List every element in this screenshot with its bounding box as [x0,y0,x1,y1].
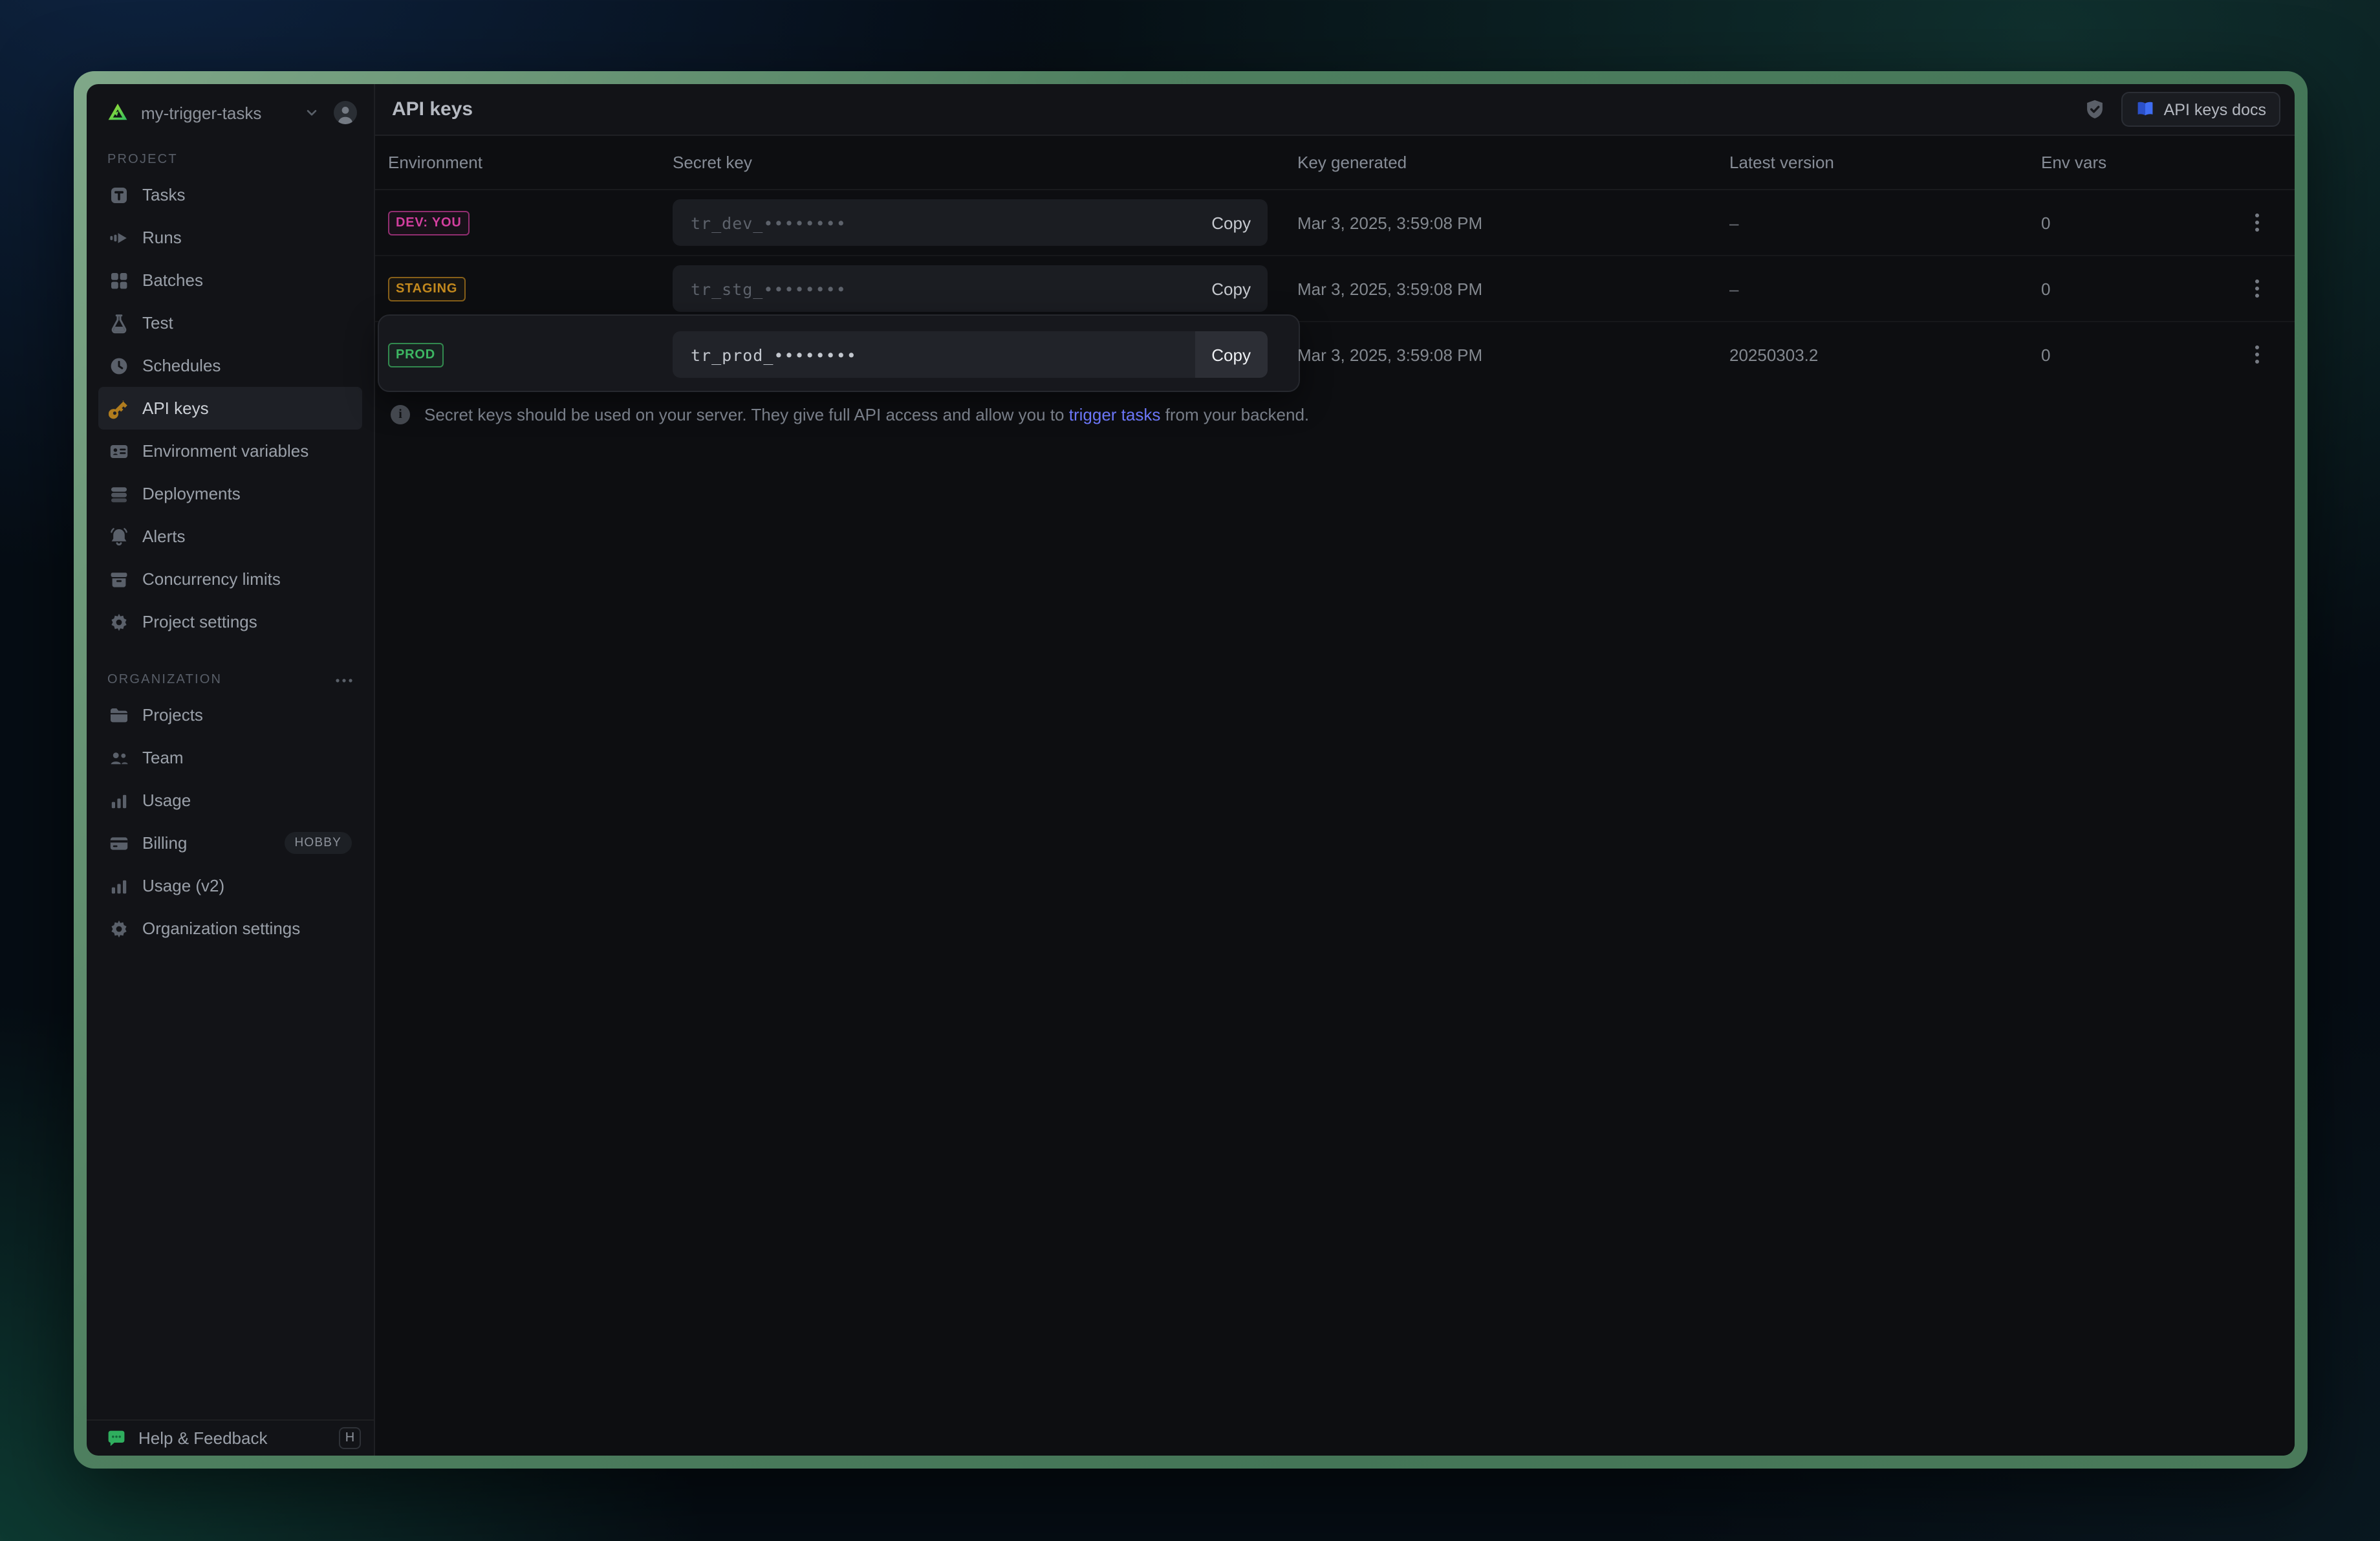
page-header: API keys API keys docs [375,84,2295,136]
help-feedback-button[interactable]: Help & Feedback H [87,1419,374,1456]
desktop-background: my-trigger-tasks [0,0,2380,1541]
copy-button[interactable]: Copy [1195,331,1268,378]
batches-icon [109,270,129,290]
latest-version-cell: – [1729,279,2041,298]
latest-version-cell: – [1729,213,2041,232]
sidebar-item-organization-settings[interactable]: Organization settings [98,907,362,950]
kebab-menu-icon[interactable] [2243,274,2271,303]
table-header-row: Environment Secret key Key generated Lat… [375,136,2295,190]
window-frame: my-trigger-tasks [74,71,2308,1469]
kebab-menu-icon[interactable] [2243,340,2271,369]
project-selector[interactable]: my-trigger-tasks [87,84,374,141]
main-content: API keys API keys docs [375,84,2295,1456]
trigger-logo-icon [106,101,129,124]
sidebar-item-deployments[interactable]: Deployments [98,472,362,515]
sidebar-item-schedules[interactable]: Schedules [98,344,362,387]
sidebar-item-environment-variables[interactable]: Environment variables [98,430,362,472]
organization-section-label: ORGANIZATION [87,661,374,694]
avatar[interactable] [332,100,358,126]
shield-check-icon[interactable] [2084,98,2106,120]
sidebar-item-projects[interactable]: Projects [98,694,362,736]
project-section-label: PROJECT [87,141,374,173]
secret-keys-note: i Secret keys should be used on your ser… [375,388,2295,424]
server-stack-icon [109,483,129,504]
info-icon: i [391,405,410,424]
archive-box-icon [109,569,129,589]
gear-icon [109,611,129,632]
key-generated-cell: Mar 3, 2025, 3:59:08 PM [1297,213,1729,232]
api-keys-table: Environment Secret key Key generated Lat… [375,136,2295,388]
sidebar: my-trigger-tasks [87,84,375,1456]
test-flask-icon [109,312,129,333]
ellipsis-icon[interactable] [335,677,353,683]
gear-icon [109,918,129,939]
shortcut-key-badge: H [339,1427,361,1449]
copy-button[interactable]: Copy [1195,199,1268,246]
key-icon [109,398,129,419]
env-badge-prod: PROD [388,343,443,368]
sidebar-item-billing[interactable]: Billing HOBBY [98,822,362,864]
team-people-icon [109,747,129,768]
project-nav: Tasks Runs Batches [87,173,374,643]
sidebar-item-concurrency-limits[interactable]: Concurrency limits [98,558,362,600]
tasks-icon [109,184,129,205]
sidebar-item-runs[interactable]: Runs [98,216,362,259]
chevron-down-icon[interactable] [304,105,319,120]
project-name: my-trigger-tasks [141,103,261,122]
schedules-clock-icon [109,355,129,376]
hobby-plan-badge: HOBBY [284,832,352,854]
copy-button[interactable]: Copy [1195,265,1268,312]
env-badge-dev: DEV: YOU [388,211,470,236]
sidebar-item-batches[interactable]: Batches [98,259,362,301]
page-title: API keys [392,98,473,120]
organization-nav: Projects Team Usage [87,694,374,950]
sidebar-item-tasks[interactable]: Tasks [98,173,362,216]
latest-version-cell: 20250303.2 [1729,345,2041,364]
key-generated-cell: Mar 3, 2025, 3:59:08 PM [1297,279,1729,298]
env-vars-cell: 0 [2041,279,2243,298]
table-row-dev: DEV: YOU tr_dev_•••••••• Copy Mar 3, 202… [375,190,2295,256]
sidebar-item-project-settings[interactable]: Project settings [98,600,362,643]
env-vars-cell: 0 [2041,213,2243,232]
folder-icon [109,705,129,725]
help-chat-icon [106,1428,127,1448]
runs-icon [109,227,129,248]
key-generated-cell: Mar 3, 2025, 3:59:08 PM [1297,345,1729,364]
masked-secret-key: tr_dev_•••••••• [673,213,1195,232]
api-keys-panel: Environment Secret key Key generated Lat… [375,136,2295,1456]
masked-secret-key: tr_prod_•••••••• [673,345,1195,364]
app-window: my-trigger-tasks [87,84,2295,1456]
secret-key-field[interactable]: tr_dev_•••••••• Copy [673,199,1268,246]
env-vars-cell: 0 [2041,345,2243,364]
id-card-icon [109,441,129,461]
env-badge-staging: STAGING [388,277,465,302]
secret-key-field[interactable]: tr_stg_•••••••• Copy [673,265,1268,312]
kebab-menu-icon[interactable] [2243,208,2271,237]
sidebar-item-alerts[interactable]: Alerts [98,515,362,558]
sidebar-item-api-keys[interactable]: API keys [98,387,362,430]
bell-icon [109,526,129,547]
sidebar-item-test[interactable]: Test [98,301,362,344]
bar-chart-icon [109,790,129,811]
sidebar-item-team[interactable]: Team [98,736,362,779]
bar-chart-icon [109,875,129,896]
trigger-tasks-link[interactable]: trigger tasks [1069,405,1161,424]
secret-key-field[interactable]: tr_prod_•••••••• Copy [673,331,1268,378]
sidebar-item-usage-v2[interactable]: Usage (v2) [98,864,362,907]
table-row-staging: STAGING tr_stg_•••••••• Copy Mar 3, 2025… [375,256,2295,322]
masked-secret-key: tr_stg_•••••••• [673,279,1195,298]
sidebar-item-usage[interactable]: Usage [98,779,362,822]
book-icon [2136,100,2155,119]
api-keys-docs-button[interactable]: API keys docs [2121,92,2280,127]
credit-card-icon [109,833,129,853]
